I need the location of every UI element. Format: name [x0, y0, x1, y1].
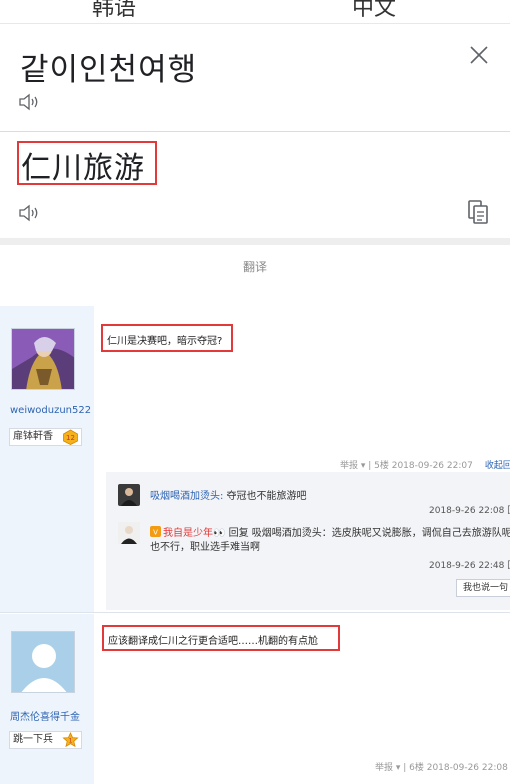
rank-title: 扉钵軒香: [13, 431, 53, 442]
svg-text:V: V: [153, 529, 158, 537]
vip-icon: V: [150, 526, 161, 537]
reply-time[interactable]: 2018-9-26 22:08 回: [429, 503, 510, 516]
rank-title: 跳一下兵: [13, 734, 53, 745]
svg-text:1: 1: [69, 738, 73, 745]
username[interactable]: weiwoduzun522: [10, 405, 91, 416]
post-content: 应该翻译成仁川之行更合适吧……机翻的有点尬: [108, 636, 318, 647]
avatar[interactable]: [118, 484, 140, 506]
translate-label: 翻译: [242, 260, 267, 274]
add-comment-button[interactable]: 我也说一句: [456, 579, 510, 597]
reply-text: 回复 吸烟喝酒加烫头：选皮肤呢又说膨胀，调侃自己去旅游队呢: [225, 528, 510, 539]
svg-text:12: 12: [66, 434, 75, 442]
username[interactable]: 周杰伦喜得千金: [10, 708, 80, 723]
reply-text-continued: 也不行，职业选手难当啊: [150, 542, 260, 553]
level-badge-icon: 12: [63, 429, 78, 445]
copy-icon[interactable]: [466, 198, 490, 226]
user-rank: 扉钵軒香 12: [9, 428, 82, 446]
collapse-replies-link[interactable]: 收起回: [485, 461, 510, 471]
language-tabs: 韩语 中文: [0, 0, 510, 24]
speaker-icon[interactable]: [18, 203, 42, 223]
close-icon[interactable]: [466, 42, 492, 68]
tab-source-language[interactable]: 韩语: [92, 0, 136, 22]
tab-divider: [0, 23, 510, 24]
reply-item: 吸烟喝酒加烫头: 夺冠也不能旅游吧: [150, 487, 307, 502]
avatar[interactable]: [118, 522, 140, 544]
avatar[interactable]: [11, 328, 75, 390]
avatar[interactable]: [11, 631, 75, 693]
post-meta-text[interactable]: 举报 ▾ | 5楼 2018-09-26 22:07: [340, 461, 473, 471]
translated-text: 仁川旅游: [21, 151, 145, 186]
divider: [0, 131, 510, 132]
level-badge-icon: 1: [62, 732, 79, 748]
reply-username[interactable]: 吸烟喝酒加烫头:: [150, 491, 223, 502]
section-separator: [0, 238, 510, 245]
reply-item: V 我自是少年👀 回复 吸烟喝酒加烫头：选皮肤呢又说膨胀，调侃自己去旅游队呢: [150, 524, 510, 539]
post-meta[interactable]: 举报 ▾ | 6楼 2018-09-26 22:08: [375, 760, 508, 773]
user-rank: 跳一下兵 1: [9, 731, 82, 749]
post-content: 仁川是决赛吧，暗示夺冠?: [107, 336, 223, 347]
speaker-icon[interactable]: [18, 92, 42, 112]
reply-text: 夺冠也不能旅游吧: [223, 491, 307, 502]
reply-time[interactable]: 2018-9-26 22:48 回: [429, 558, 510, 571]
source-text[interactable]: 같이인천여행: [20, 44, 197, 89]
post-divider: [0, 612, 510, 613]
post-meta: 举报 ▾ | 5楼 2018-09-26 22:07 收起回: [340, 458, 510, 471]
tab-target-language[interactable]: 中文: [352, 0, 396, 22]
